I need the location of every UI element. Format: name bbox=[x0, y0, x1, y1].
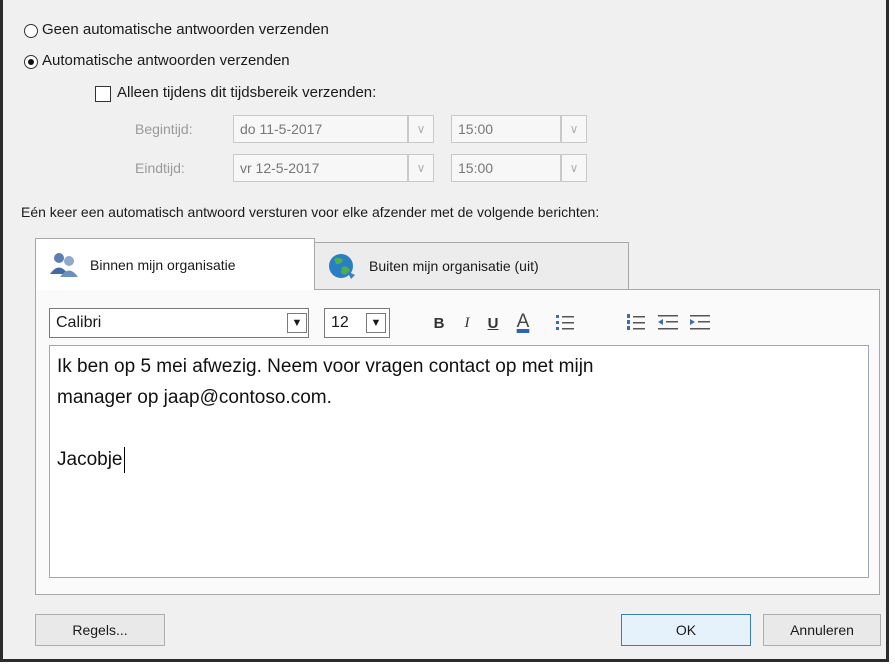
start-time-field[interactable]: 15:00 bbox=[451, 115, 561, 143]
time-range-label[interactable]: Alleen tijdens dit tijdsbereik verzenden… bbox=[117, 84, 376, 101]
send-auto-reply-radio[interactable] bbox=[24, 55, 38, 69]
font-family-value: Calibri bbox=[56, 314, 102, 331]
no-auto-reply-label[interactable]: Geen automatische antwoorden verzenden bbox=[42, 21, 329, 38]
start-time-dropdown[interactable]: ∨ bbox=[561, 115, 587, 143]
font-dropdown-button[interactable]: ▼ bbox=[287, 313, 307, 333]
chevron-down-icon: ∨ bbox=[416, 122, 426, 136]
ok-button[interactable]: OK bbox=[621, 614, 751, 646]
font-size-value: 12 bbox=[331, 314, 349, 331]
send-auto-reply-label[interactable]: Automatische antwoorden verzenden bbox=[42, 52, 290, 69]
increase-indent-icon[interactable] bbox=[689, 312, 711, 337]
message-line-2: manager op jaap@contoso.com. bbox=[57, 387, 332, 408]
time-range-checkbox[interactable] bbox=[95, 86, 111, 102]
chevron-down-icon: ∨ bbox=[569, 161, 579, 175]
message-editor[interactable]: Ik ben op 5 mei afwezig. Neem voor vrage… bbox=[49, 345, 869, 578]
tab-outside-organization[interactable]: Buiten mijn organisatie (uit) bbox=[314, 242, 629, 290]
start-date-field[interactable]: do 11-5-2017 bbox=[233, 115, 408, 143]
automatic-replies-dialog: Geen automatische antwoorden verzenden A… bbox=[0, 0, 889, 662]
globe-icon bbox=[329, 254, 355, 279]
font-family-select[interactable]: Calibri bbox=[49, 308, 309, 338]
instruction-text: Eén keer een automatisch antwoord verstu… bbox=[21, 204, 600, 220]
message-line-1: Ik ben op 5 mei afwezig. Neem voor vrage… bbox=[57, 356, 594, 377]
no-auto-reply-radio[interactable] bbox=[24, 24, 38, 38]
end-date-field[interactable]: vr 12-5-2017 bbox=[233, 154, 408, 182]
size-dropdown-button[interactable]: ▼ bbox=[366, 313, 386, 333]
decrease-indent-icon[interactable] bbox=[657, 312, 679, 337]
end-time-dropdown[interactable]: ∨ bbox=[561, 154, 587, 182]
tab-outside-label: Buiten mijn organisatie (uit) bbox=[369, 258, 539, 274]
start-time-label: Begintijd: bbox=[135, 121, 193, 137]
message-line-3: Jacobje bbox=[57, 449, 123, 470]
bullets-icon[interactable] bbox=[555, 312, 575, 337]
chevron-down-icon: ▼ bbox=[291, 317, 303, 329]
tab-inside-organization[interactable]: Binnen mijn organisatie bbox=[35, 238, 315, 290]
font-color-button[interactable]: A bbox=[511, 309, 535, 335]
end-time-field[interactable]: 15:00 bbox=[451, 154, 561, 182]
end-time-label: Eindtijd: bbox=[135, 160, 185, 176]
rules-button[interactable]: Regels... bbox=[35, 614, 165, 646]
chevron-down-icon: ∨ bbox=[416, 161, 426, 175]
bold-button[interactable]: B bbox=[429, 311, 449, 335]
end-date-dropdown[interactable]: ∨ bbox=[408, 154, 434, 182]
underline-button[interactable]: U bbox=[483, 311, 503, 335]
italic-button[interactable]: I bbox=[457, 311, 477, 335]
start-date-dropdown[interactable]: ∨ bbox=[408, 115, 434, 143]
text-cursor bbox=[123, 446, 125, 473]
people-icon bbox=[50, 252, 78, 277]
chevron-down-icon: ▼ bbox=[370, 317, 382, 329]
numbering-icon[interactable] bbox=[626, 312, 646, 337]
cancel-button[interactable]: Annuleren bbox=[763, 614, 881, 646]
tab-inside-label: Binnen mijn organisatie bbox=[90, 256, 236, 273]
chevron-down-icon: ∨ bbox=[569, 122, 579, 136]
